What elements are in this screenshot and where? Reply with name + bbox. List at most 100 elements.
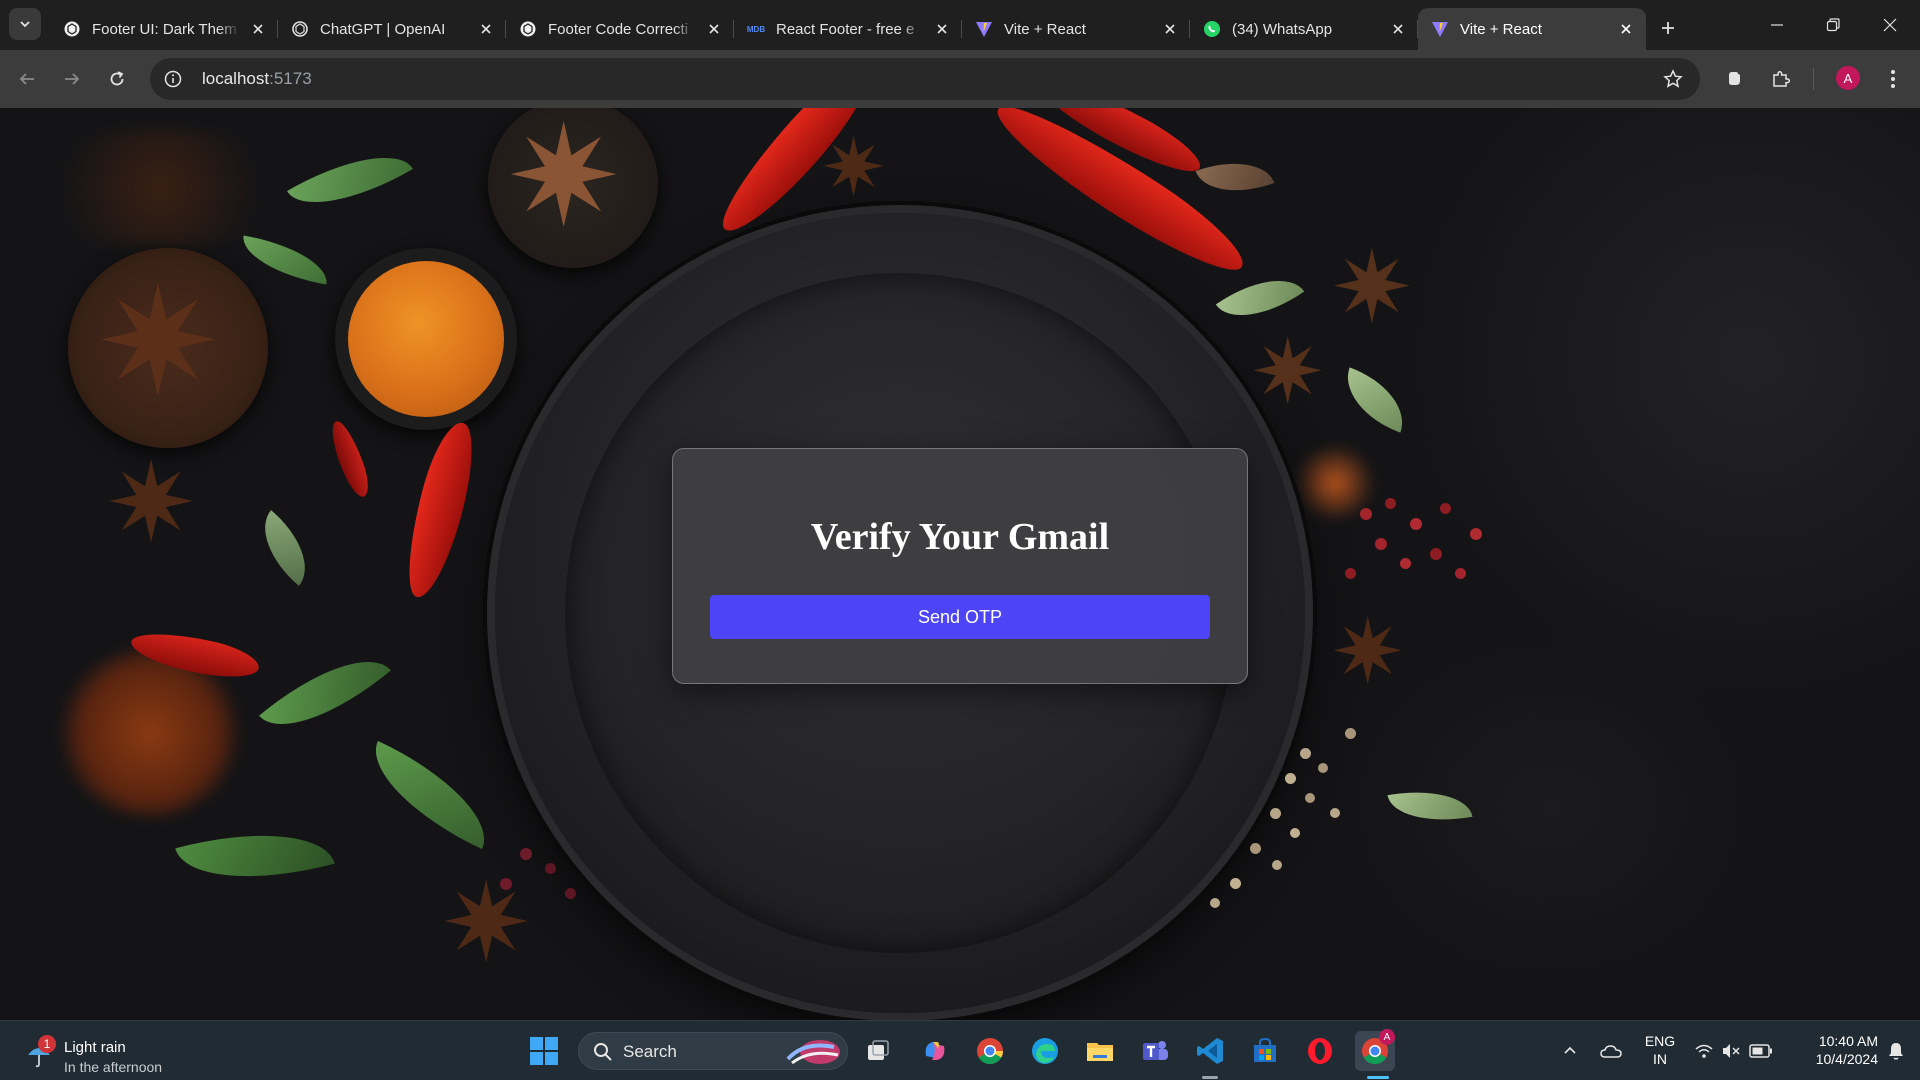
tab-vite-react-1[interactable]: Vite + React <box>962 8 1190 50</box>
quick-settings-button[interactable] <box>1686 1031 1782 1071</box>
start-button[interactable] <box>524 1031 564 1071</box>
chrome-profile-taskbar-button[interactable]: A <box>1355 1029 1395 1071</box>
tab-title: Vite + React <box>1460 20 1542 38</box>
close-icon[interactable] <box>1388 19 1408 39</box>
star-anise: ✷ <box>820 121 888 214</box>
close-icon[interactable] <box>248 19 268 39</box>
page-viewport: ✷ ✷ ✷ ✷ ✷ ✷ ✷ ✷ Verify Your Gmail Send O… <box>0 108 1920 1020</box>
tab-search-button[interactable] <box>9 8 41 40</box>
extension-blob-icon <box>1729 72 1740 85</box>
send-otp-button[interactable]: Send OTP <box>710 595 1210 639</box>
opera-icon <box>1308 1038 1332 1064</box>
basil-leaf <box>355 740 505 850</box>
tab-react-footer[interactable]: MDB React Footer - free e <box>734 8 962 50</box>
restore-button[interactable] <box>1805 0 1861 50</box>
openai-icon <box>62 19 82 39</box>
chrome-taskbar-button[interactable] <box>970 1031 1010 1071</box>
cardamom-pod <box>245 510 325 586</box>
vscode-button[interactable] <box>1190 1031 1230 1071</box>
red-chili <box>395 417 485 603</box>
tab-list: Footer UI: Dark Them ChatGPT | OpenAI Fo… <box>50 8 1646 50</box>
plus-icon <box>1662 22 1674 34</box>
close-window-button[interactable] <box>1862 0 1918 50</box>
file-explorer-button[interactable] <box>1080 1031 1120 1071</box>
task-view-button[interactable] <box>858 1031 898 1071</box>
back-button[interactable] <box>9 61 45 97</box>
minimize-icon <box>1771 24 1783 26</box>
tab-footer-ui[interactable]: Footer UI: Dark Them <box>50 8 278 50</box>
opera-button[interactable] <box>1300 1031 1340 1071</box>
close-icon[interactable] <box>1616 19 1636 39</box>
url-text[interactable]: localhost:5173 <box>202 69 312 89</box>
star-anise: ✷ <box>440 859 533 987</box>
copilot-icon <box>925 1042 945 1060</box>
copilot-button[interactable] <box>915 1031 955 1071</box>
tab-footer-code[interactable]: Footer Code Correcti <box>506 8 734 50</box>
tab-vite-react-active[interactable]: Vite + React <box>1418 8 1646 50</box>
notification-center-button[interactable] <box>1878 1031 1914 1071</box>
turmeric-powder <box>348 261 504 417</box>
battery-icon <box>1749 1044 1772 1058</box>
chrome-menu-button[interactable] <box>1875 61 1911 97</box>
store-icon <box>1254 1037 1276 1062</box>
new-tab-button[interactable] <box>1652 12 1684 44</box>
mdb-icon: MDB <box>746 19 766 39</box>
arrow-left-icon <box>19 73 34 85</box>
folder-icon <box>1087 1043 1113 1061</box>
star-anise: ✷ <box>95 256 221 430</box>
extension-puzzle-button[interactable] <box>1717 61 1753 97</box>
bookmark-star-icon[interactable] <box>1658 64 1688 94</box>
vite-icon <box>974 19 994 39</box>
close-icon[interactable] <box>704 19 724 39</box>
windows-logo-icon <box>530 1037 558 1065</box>
verify-card: Verify Your Gmail Send OTP <box>672 448 1248 684</box>
wifi-icon <box>1695 1044 1713 1058</box>
vite-icon <box>1430 19 1450 39</box>
chevron-up-icon <box>1564 1046 1576 1054</box>
teams-button[interactable] <box>1135 1031 1175 1071</box>
star-anise: ✷ <box>505 108 623 259</box>
browser-toolbar: localhost:5173 <box>0 50 1920 108</box>
star-anise: ✷ <box>1330 600 1406 705</box>
bay-leaf <box>287 130 413 230</box>
bay-leaf <box>237 235 333 285</box>
restore-icon <box>1826 18 1840 32</box>
edge-icon <box>1032 1038 1058 1064</box>
mdb-favicon-text: MDB <box>746 24 766 34</box>
language-indicator[interactable]: ENG IN <box>1640 1032 1680 1068</box>
address-bar[interactable]: localhost:5173 <box>150 58 1700 100</box>
basil-leaf <box>259 632 391 754</box>
search-label: Search <box>623 1042 677 1061</box>
star-anise: ✷ <box>105 439 198 567</box>
onedrive-button[interactable] <box>1591 1031 1631 1071</box>
spice-spill <box>30 128 290 248</box>
extensions-button[interactable] <box>1763 61 1799 97</box>
tab-whatsapp[interactable]: (34) WhatsApp <box>1190 8 1418 50</box>
clock-time: 10:40 AM <box>1818 1033 1878 1049</box>
minimize-button[interactable] <box>1749 0 1805 50</box>
task-view-icon <box>868 1040 889 1060</box>
basil-leaf <box>175 809 335 903</box>
tab-chatgpt[interactable]: ChatGPT | OpenAI <box>278 8 506 50</box>
show-hidden-icons-button[interactable] <box>1550 1031 1590 1071</box>
weather-widget[interactable]: 1 Light rain In the afternoon <box>24 1029 204 1075</box>
edge-taskbar-button[interactable] <box>1025 1031 1065 1071</box>
bell-icon <box>1889 1043 1903 1060</box>
puzzle-icon <box>1773 70 1791 87</box>
store-button[interactable] <box>1245 1031 1285 1071</box>
tab-title: (34) WhatsApp <box>1232 20 1333 38</box>
close-icon[interactable] <box>476 19 496 39</box>
profile-avatar[interactable]: A <box>1836 66 1860 90</box>
chrome-profile-badge: A <box>1379 1029 1395 1045</box>
close-icon[interactable] <box>1160 19 1180 39</box>
forward-button[interactable] <box>54 61 90 97</box>
more-vertical-icon <box>1891 70 1895 88</box>
taskbar-search[interactable]: Search <box>578 1032 848 1070</box>
site-info-icon[interactable] <box>158 64 188 94</box>
page-title: Verify Your Gmail <box>810 516 1110 558</box>
star-anise: ✷ <box>1330 229 1414 346</box>
cardamom-pod <box>1387 781 1473 831</box>
clock[interactable]: 10:40 AM 10/4/2024 <box>1788 1032 1878 1068</box>
reload-button[interactable] <box>99 61 135 97</box>
close-icon[interactable] <box>932 19 952 39</box>
